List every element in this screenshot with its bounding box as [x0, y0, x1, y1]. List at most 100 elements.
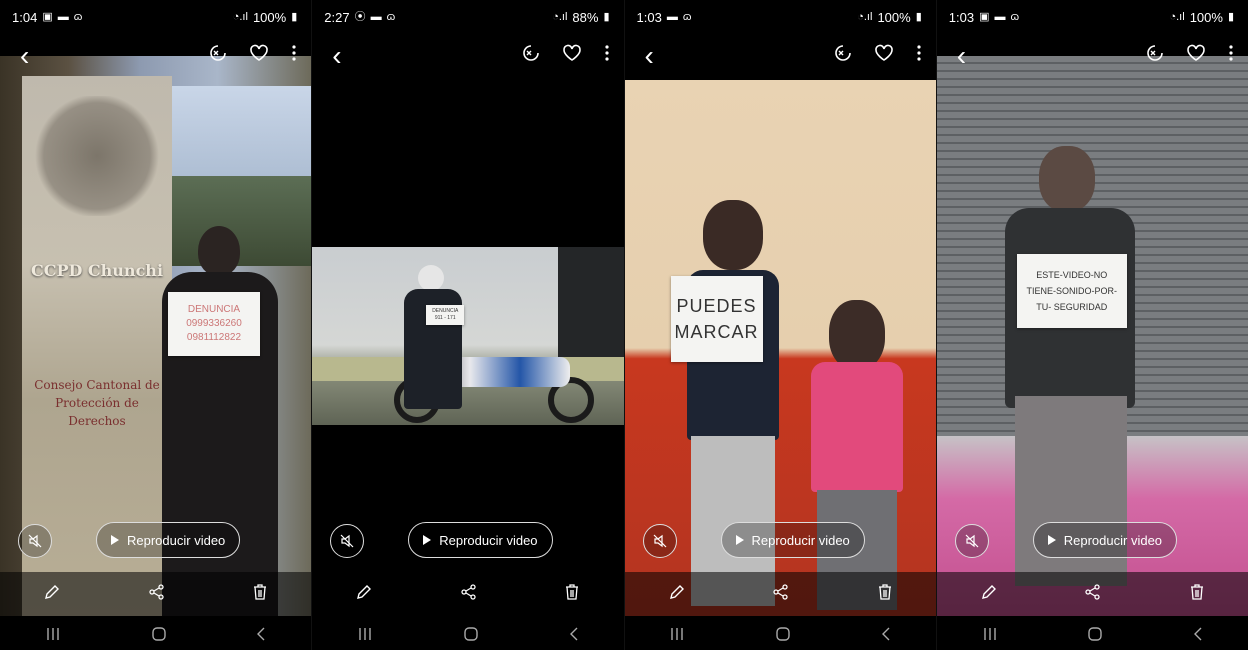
rotate-icon[interactable]: [522, 44, 540, 62]
sign-line: ESTE-VIDEO-NO: [1036, 270, 1108, 280]
voicemail-icon: ɷ: [386, 10, 396, 23]
play-video-label: Reproducir video: [127, 532, 226, 548]
more-vert-icon[interactable]: [916, 44, 922, 62]
battery-level: 100%: [1189, 9, 1223, 25]
battery-level: 100%: [252, 9, 287, 25]
bottom-action-bar: [312, 572, 623, 616]
rotate-icon[interactable]: [209, 44, 227, 62]
system-nav-bar: [312, 618, 624, 650]
phone-screen-2: DENUNCIA 911 - 171 2:27 ⦿ ▬ ɷ ◔.ıl 88% ▮ ‹ Re…: [311, 0, 624, 650]
folder-notification-icon: ▬: [666, 10, 678, 23]
voicemail-icon: ɷ: [1010, 10, 1020, 23]
heart-icon[interactable]: [562, 44, 582, 62]
wifi-signal-icon: ◔.ıl: [232, 10, 248, 23]
battery-level: 100%: [877, 9, 911, 25]
sign: DENUNCIA 911 - 171: [426, 305, 465, 325]
system-nav-bar: [624, 618, 936, 650]
mute-icon[interactable]: [954, 524, 989, 558]
home-icon[interactable]: [1087, 626, 1103, 642]
heart-icon[interactable]: [874, 44, 894, 62]
sign: DENUNCIA 0999336260 0981112822: [168, 292, 260, 356]
pencil-icon[interactable]: [980, 583, 998, 606]
play-video-button[interactable]: Reproducir video: [96, 522, 241, 558]
viewer-top-bar: ‹: [0, 40, 311, 76]
more-vert-icon[interactable]: [291, 44, 297, 62]
nav-back-icon[interactable]: [569, 627, 579, 641]
share-icon[interactable]: [1084, 583, 1102, 606]
banner-text: Consejo Cantonal de Protección de Derech…: [34, 378, 160, 428]
play-icon: [111, 535, 119, 545]
nav-back-icon[interactable]: [1193, 627, 1203, 641]
phone-screen-1: CCPD Chunchi Consejo Cantonal de Protecc…: [0, 0, 312, 650]
heart-icon[interactable]: [249, 44, 269, 62]
pencil-icon[interactable]: [355, 583, 373, 606]
gallery-notification-icon: ▣: [979, 10, 990, 23]
viewer-top-bar: ‹: [312, 40, 623, 76]
sign-line: 0981112822: [186, 332, 242, 343]
more-vert-icon[interactable]: [604, 44, 610, 62]
screenshot-strip: CCPD Chunchi Consejo Cantonal de Protecc…: [0, 0, 1248, 650]
recents-icon[interactable]: [357, 627, 373, 641]
mute-icon[interactable]: [330, 524, 365, 558]
chevron-left-icon[interactable]: ‹: [957, 42, 966, 70]
sign-line: MARCAR: [674, 322, 759, 342]
chevron-left-icon[interactable]: ‹: [645, 42, 654, 70]
bottom-action-bar: [936, 572, 1248, 616]
chevron-left-icon[interactable]: ‹: [332, 42, 341, 70]
battery-level: 88%: [572, 9, 599, 25]
recents-icon[interactable]: [982, 627, 998, 641]
viewer-top-bar: ‹: [625, 40, 936, 76]
share-icon[interactable]: [460, 583, 478, 606]
bottom-action-bar: [0, 572, 312, 616]
sign: ESTE-VIDEO-NO TIENE-SONIDO-POR- TU- SEGU…: [1016, 254, 1127, 328]
time: 2:27: [324, 9, 350, 25]
home-icon[interactable]: [775, 626, 791, 642]
trash-icon[interactable]: [564, 583, 580, 606]
pencil-icon[interactable]: [43, 583, 61, 606]
more-vert-icon[interactable]: [1228, 44, 1234, 62]
play-video-button[interactable]: Reproducir video: [408, 522, 553, 558]
battery-icon: ▮: [291, 10, 298, 23]
heart-icon[interactable]: [1186, 44, 1206, 62]
play-video-label: Reproducir video: [751, 532, 850, 548]
voicemail-icon: ɷ: [73, 10, 83, 23]
nav-back-icon[interactable]: [881, 627, 891, 641]
trash-icon[interactable]: [877, 583, 893, 606]
sign-line: DENUNCIA: [432, 308, 459, 314]
viewer-top-bar: ‹: [937, 40, 1248, 76]
rotate-icon[interactable]: [834, 44, 852, 62]
sign-line: 911 - 171: [434, 315, 456, 321]
officer: [404, 265, 463, 415]
nav-back-icon[interactable]: [256, 627, 266, 641]
share-icon[interactable]: [148, 583, 166, 606]
play-video-label: Reproducir video: [1063, 532, 1163, 548]
phone-screen-4: ESTE-VIDEO-NO TIENE-SONIDO-POR- TU- SEGU…: [935, 0, 1248, 650]
mute-icon[interactable]: [18, 524, 52, 558]
pencil-icon[interactable]: [668, 583, 686, 606]
share-icon[interactable]: [772, 583, 790, 606]
recents-icon[interactable]: [669, 627, 685, 641]
mute-icon[interactable]: [642, 524, 677, 558]
recents-icon[interactable]: [45, 627, 61, 641]
home-icon[interactable]: [463, 626, 479, 642]
play-icon: [423, 535, 432, 545]
play-video-label: Reproducir video: [439, 532, 538, 548]
child-right: [805, 300, 909, 616]
play-video-button[interactable]: Reproducir video: [1032, 522, 1178, 558]
wifi-signal-icon: ◔.ıl: [1169, 10, 1185, 23]
video-frame[interactable]: DENUNCIA 911 - 171: [312, 247, 624, 425]
status-bar: 1:04 ▣ ▬ ɷ ◔.ıl 100% ▮: [0, 0, 311, 34]
system-nav-bar: [0, 618, 312, 650]
rotate-icon[interactable]: [1146, 44, 1164, 62]
play-video-button[interactable]: Reproducir video: [720, 522, 865, 558]
sign-line: 0999336260: [186, 318, 242, 329]
trash-icon[interactable]: [252, 583, 268, 606]
trash-icon[interactable]: [1189, 583, 1205, 606]
sign-line: TU- SEGURIDAD: [1036, 302, 1108, 312]
bottom-action-bar: [624, 572, 936, 616]
sign-line: DENUNCIA: [187, 304, 241, 315]
battery-icon: ▮: [603, 10, 610, 23]
home-icon[interactable]: [151, 626, 167, 642]
sign-line: PUEDES: [676, 296, 757, 316]
chevron-left-icon[interactable]: ‹: [20, 42, 29, 70]
